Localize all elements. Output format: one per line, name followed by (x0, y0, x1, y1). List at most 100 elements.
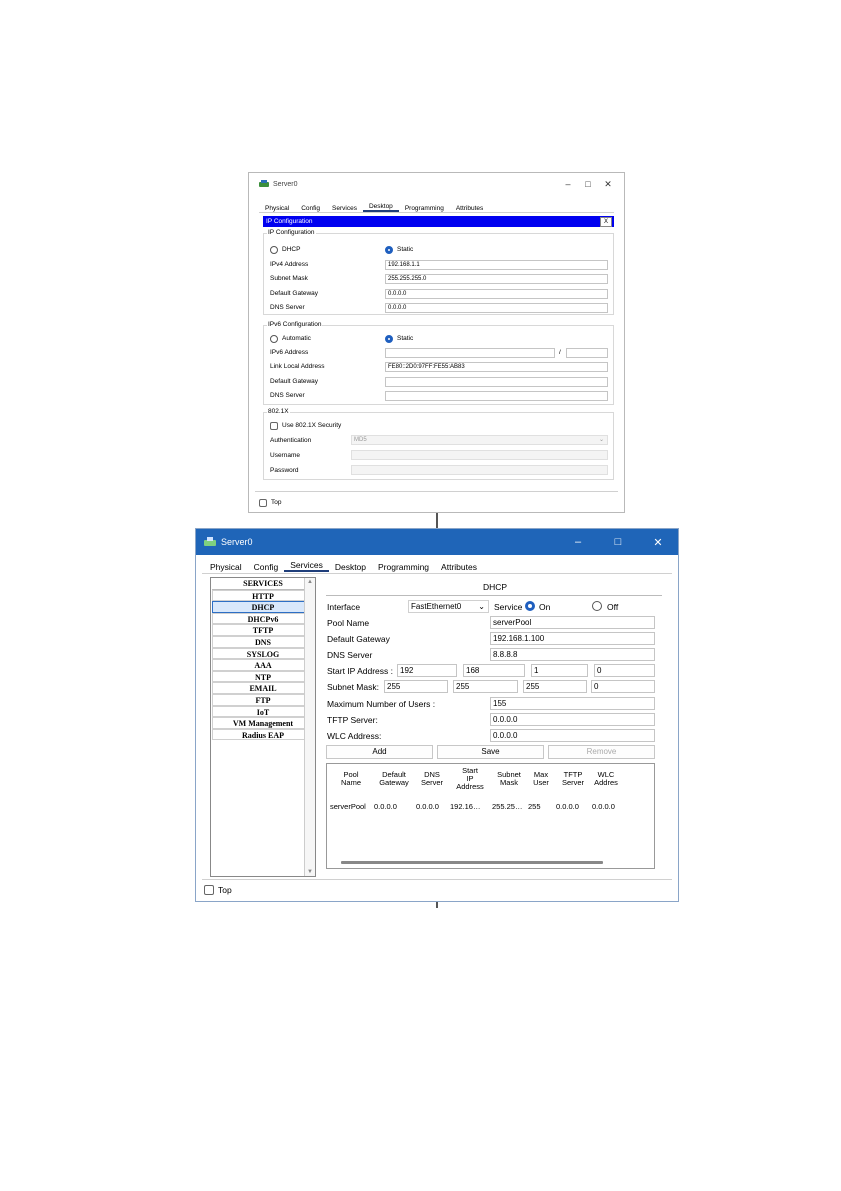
bottom-separator (202, 879, 672, 880)
ipv6-group-label: IPv6 Configuration (267, 321, 323, 328)
add-button[interactable]: Add (326, 745, 433, 759)
static-label-ipv6: Static (397, 335, 414, 342)
subnet-mask-input[interactable]: 255.255.255.0 (385, 274, 608, 284)
default-gateway-input[interactable]: 0.0.0.0 (385, 289, 608, 299)
ipv6-prefix-input[interactable] (566, 348, 608, 358)
tab-desktop[interactable]: Desktop (362, 203, 399, 212)
tab-desktop[interactable]: Desktop (329, 562, 372, 572)
service-item-dhcp[interactable]: DHCP (212, 601, 314, 613)
tab-config[interactable]: Config (248, 562, 285, 572)
tab-programming[interactable]: Programming (399, 205, 450, 212)
tab-separator (202, 573, 672, 574)
tftp-server-input[interactable]: 0.0.0.0 (490, 713, 655, 726)
table-header-cell[interactable]: Subnet Mask (491, 771, 527, 787)
maximize-icon[interactable]: □ (578, 173, 598, 195)
static-radio-ipv4[interactable] (385, 246, 393, 254)
ipv6-address-input[interactable] (385, 348, 555, 358)
remove-button[interactable]: Remove (548, 745, 655, 759)
start-ip-octet-4[interactable]: 0 (594, 664, 655, 677)
service-item-ntp[interactable]: NTP (212, 670, 314, 683)
panel-close-button[interactable]: X (600, 217, 612, 227)
service-off-radio[interactable] (592, 601, 602, 611)
services-list: SERVICES HTTP DHCP DHCPv6 TFTP DNS SYSLOG AAA N… (210, 577, 316, 877)
dhcp-radio[interactable] (270, 246, 278, 254)
service-item-dhcpv6[interactable]: DHCPv6 (212, 612, 314, 625)
static-radio-ipv6[interactable] (385, 335, 393, 343)
dns-server-input[interactable]: 0.0.0.0 (385, 303, 608, 313)
table-header-cell[interactable]: Start IP Address (449, 767, 491, 791)
window-titlebar[interactable]: Server0 – □ ✕ (249, 173, 624, 195)
background-line (436, 902, 438, 908)
tab-physical[interactable]: Physical (259, 205, 295, 212)
automatic-radio[interactable] (270, 335, 278, 343)
maximize-icon[interactable]: □ (598, 529, 638, 555)
server0-window-services: Server0 – □ ✕ Physical Config Services D… (195, 528, 679, 902)
table-header-cell[interactable]: Pool Name (329, 771, 373, 787)
table-header-cell[interactable]: Max User (527, 771, 555, 787)
tab-physical[interactable]: Physical (204, 562, 248, 572)
ipv4-address-input[interactable]: 192.168.1.1 (385, 260, 608, 270)
max-users-input[interactable]: 155 (490, 697, 655, 710)
default-gateway-input[interactable]: 192.168.1.100 (490, 632, 655, 645)
top-checkbox[interactable] (204, 885, 214, 895)
tab-attributes[interactable]: Attributes (435, 562, 483, 572)
password-input[interactable] (351, 465, 608, 475)
table-cell: 255 (528, 802, 541, 811)
ipv6-gateway-input[interactable] (385, 377, 608, 387)
table-header-cell[interactable]: WLC Addres (591, 771, 621, 787)
close-icon[interactable]: ✕ (598, 173, 618, 195)
subnet-mask-octet-4[interactable]: 0 (591, 680, 655, 693)
subnet-mask-octet-2[interactable]: 255 (453, 680, 518, 693)
tab-separator (259, 212, 614, 213)
pool-name-input[interactable]: serverPool (490, 616, 655, 629)
service-item-aaa[interactable]: AAA (212, 659, 314, 671)
tab-config[interactable]: Config (295, 205, 326, 212)
authentication-select[interactable]: MD5 ⌄ (351, 435, 608, 445)
table-cell: 0.0.0.0 (374, 802, 397, 811)
interface-select[interactable]: FastEthernet0 ⌄ (408, 600, 489, 613)
service-item-dns[interactable]: DNS (212, 635, 314, 648)
tab-services[interactable]: Services (284, 560, 329, 572)
table-hscrollbar[interactable] (341, 861, 603, 864)
service-item-tftp[interactable]: TFTP (212, 624, 314, 636)
ipv6-dns-input[interactable] (385, 391, 608, 401)
subnet-mask-octet-1[interactable]: 255 (384, 680, 448, 693)
table-header-cell[interactable]: TFTP Server (555, 771, 591, 787)
service-item-ftp[interactable]: FTP (212, 693, 314, 706)
service-item-email[interactable]: EMAIL (212, 682, 314, 694)
start-ip-octet-1[interactable]: 192 (397, 664, 457, 677)
subnet-mask-octet-3[interactable]: 255 (523, 680, 587, 693)
top-label: Top (218, 885, 232, 895)
service-item-radius-eap[interactable]: Radius EAP (212, 728, 314, 741)
bottom-separator (255, 491, 618, 492)
use-8021x-checkbox[interactable] (270, 422, 278, 430)
services-scrollbar[interactable]: ▲ ▼ (304, 578, 315, 876)
service-item-syslog[interactable]: SYSLOG (212, 647, 314, 660)
top-checkbox[interactable] (259, 499, 267, 507)
window-titlebar[interactable]: Server0 – □ ✕ (196, 529, 678, 555)
minimize-icon[interactable]: – (558, 173, 578, 195)
table-header-cell[interactable]: Default Gateway (373, 771, 415, 787)
tab-services[interactable]: Services (326, 205, 363, 212)
default-gateway-label: Default Gateway (270, 290, 319, 297)
scroll-down-icon[interactable]: ▼ (307, 869, 313, 875)
save-button[interactable]: Save (437, 745, 544, 759)
service-label: Service (494, 602, 523, 612)
table-header-cell[interactable]: DNS Server (415, 771, 449, 787)
start-ip-octet-3[interactable]: 1 (531, 664, 588, 677)
start-ip-octet-2[interactable]: 168 (463, 664, 525, 677)
scroll-up-icon[interactable]: ▲ (307, 579, 313, 585)
service-item-vm-management[interactable]: VM Management (212, 717, 314, 729)
close-icon[interactable]: ✕ (638, 529, 678, 555)
tab-attributes[interactable]: Attributes (450, 205, 489, 212)
service-item-http[interactable]: HTTP (212, 589, 314, 602)
dot1x-group-label: 802.1X (267, 408, 290, 415)
dns-server-input[interactable]: 8.8.8.8 (490, 648, 655, 661)
tab-programming[interactable]: Programming (372, 562, 435, 572)
wlc-address-input[interactable]: 0.0.0.0 (490, 729, 655, 742)
minimize-icon[interactable]: – (558, 529, 598, 555)
link-local-input[interactable]: FE80::2D0:97FF:FE55:AB83 (385, 362, 608, 372)
service-item-iot[interactable]: IoT (212, 705, 314, 718)
username-input[interactable] (351, 450, 608, 460)
service-on-radio[interactable] (525, 601, 535, 611)
